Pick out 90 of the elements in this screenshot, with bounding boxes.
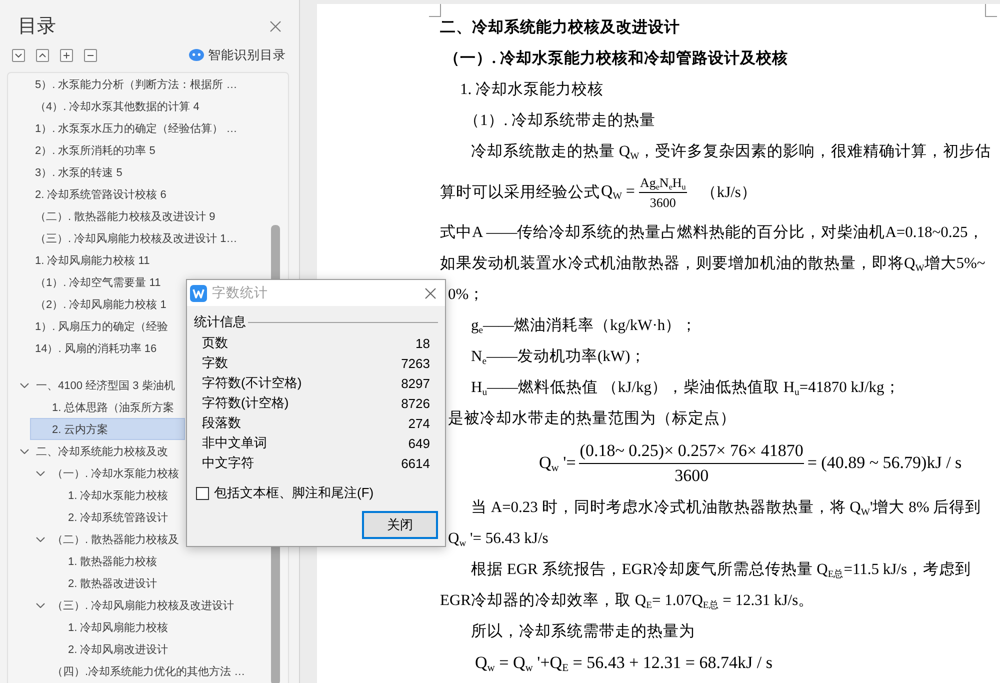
outline-item[interactable]: （二）. 散热器能力校核及 <box>30 528 180 550</box>
outline-item[interactable]: 2. 冷却风扇改进设计 <box>30 638 170 660</box>
outline-item[interactable]: 3）. 水泵的转速 5 <box>30 161 124 183</box>
outline-item[interactable]: 1. 散热器能力校核 <box>30 550 158 572</box>
smart-toc-button[interactable]: 智能识别目录 <box>189 46 286 64</box>
stat-value: 6614 <box>401 456 430 470</box>
stat-label: 段落数 <box>202 414 241 432</box>
paragraph-line: 如果发动机装置水冷式机油散热器，则要增加机油的散热量，即将Q$_{W}$增大5%~ <box>440 254 986 274</box>
paragraph-line: 根据 EGR 系统报告，EGR冷却废气所需总传热量 Q$_{E总}$=11.5 kJ/s，考虑到 <box>471 560 971 580</box>
fraction-denominator: 3600 <box>578 462 804 486</box>
outline-item[interactable]: 1. 冷却水泵能力校核 <box>30 484 170 506</box>
formula: Q$_{w}$ = Q$_{w}$ '+Q$_{E}$ = 56.43 + 12.31 = 68.74kJ / s <box>475 652 772 672</box>
outline-item[interactable]: 1. 冷却风扇能力校核 11 <box>30 249 151 271</box>
paragraph-line: 所以，冷却系统需带走的热量为 <box>471 622 695 642</box>
paragraph-line: 式中A ——传给冷却系统的热量占燃料热能的百分比，对柴油机A=0.18~0.25， <box>440 223 984 243</box>
paragraph-line: N$_{e}$——发动机功率(kW)； <box>471 347 646 367</box>
crop-mark-icon <box>985 4 997 17</box>
paragraph-line: 冷却系统散走的热量 Q$_{W}$，受许多复杂因素的影响，很难精确计算，初步估 <box>471 142 992 162</box>
stat-label: 字符数(不计空格) <box>202 374 302 392</box>
panel-title: 目录 <box>18 15 56 39</box>
paragraph-line: 是被冷却水带走的热量范围为（标定点） <box>448 409 736 429</box>
outline-item[interactable]: 1. 总体思路（油泵所方案 <box>30 396 176 418</box>
stat-label: 字符数(计空格) <box>202 394 289 412</box>
outline-item[interactable]: （四）.冷却系统能力优化的其他方法 … <box>30 660 246 682</box>
paragraph-line: 0%； <box>448 285 485 305</box>
dialog-title: 字数统计 <box>212 284 268 302</box>
outline-item[interactable]: 1）. 风扇压力的确定（经验 <box>30 315 170 337</box>
paragraph-line: g$_{e}$——燃油消耗率（kg/kW·h）； <box>471 316 698 336</box>
formula-symbol: Q$_{W}$ = <box>601 183 635 201</box>
fraction-numerator: (0.18~ 0.25)× 0.257× 76× 41870 <box>578 440 804 462</box>
subsection-heading: （一）. 冷却水泵能力校核和冷却管路设计及校核 <box>444 48 788 69</box>
checkbox-label[interactable]: 包括文本框、脚注和尾注(F) <box>214 484 374 502</box>
outline-item[interactable]: （4）. 冷却水泵其他数据的计算 4 <box>30 95 200 117</box>
outline-item[interactable]: （三）. 冷却风扇能力校核及改进设计 1… <box>30 227 238 249</box>
outline-item[interactable]: 二、冷却系统能力校核及改 <box>16 440 169 462</box>
outline-item[interactable]: 2. 散热器改进设计 <box>30 572 158 594</box>
stat-value: 7263 <box>401 356 430 370</box>
paragraph-line: 算时可以采用经验公式 <box>440 182 600 202</box>
chevron-down-icon[interactable] <box>36 470 44 476</box>
stat-value: 18 <box>416 336 430 350</box>
outline-item[interactable]: 2）. 水泵所消耗的功率 5 <box>30 139 156 161</box>
stat-value: 274 <box>408 416 430 430</box>
chevron-down-icon[interactable] <box>12 48 25 62</box>
outline-item[interactable]: 2. 冷却系统管路设计 <box>30 506 170 528</box>
outline-item[interactable]: （一）. 冷却水泵能力校核 <box>30 462 180 484</box>
formula-result: = (40.89 ~ 56.79)kJ / s <box>807 453 962 473</box>
outline-item[interactable]: （三）. 冷却风扇能力校核及改进设计 <box>30 594 236 616</box>
plus-icon[interactable] <box>60 48 73 62</box>
stat-value: 649 <box>408 436 430 450</box>
stat-value: 8297 <box>401 376 430 390</box>
close-button[interactable]: 关闭 <box>362 511 438 539</box>
paragraph-line: EGR冷却器的冷却效率，取 Q$_{E}$= 1.07Q$_{E总}$ = 12.31 kJ/s。 <box>440 591 814 611</box>
paragraph-line: Q$_{w}$ '= 56.43 kJ/s <box>448 530 548 548</box>
outline-item[interactable]: 1. 冷却风扇能力校核 <box>30 616 170 638</box>
outline-item[interactable]: 一、4100 经济型国 3 柴油机 <box>16 374 176 396</box>
stat-label: 中文字符 <box>202 454 254 472</box>
section-label: 统计信息 <box>194 313 246 331</box>
paragraph-line: H$_{u}$——燃料低热值 （kJ/kg），柴油低热值取 H$_{u}$=41870 kJ/kg； <box>471 378 900 398</box>
outline-item[interactable]: （2）. 冷却风扇能力校核 1 <box>30 293 168 315</box>
paragraph-line: 当 A=0.23 时，同时考虑水冷式机油散热器散热量，将 Q$_{W}$'增大 8% 后得到 <box>471 498 982 518</box>
chevron-down-icon[interactable] <box>36 602 44 608</box>
outline-item[interactable]: 2. 冷却系统管路设计校核 6 <box>30 183 168 205</box>
formula-unit: （kJ/s） <box>700 182 757 202</box>
stat-label: 页数 <box>202 334 228 352</box>
close-icon[interactable] <box>425 288 436 298</box>
section-heading: 二、冷却系统能力校核及改进设计 <box>440 18 680 38</box>
close-icon[interactable] <box>270 20 281 32</box>
subheading: （1）. 冷却系统带走的热量 <box>464 111 656 131</box>
outline-item[interactable]: 5）. 水泵能力分析（判断方法：根据所 … <box>30 73 238 95</box>
logo-icon <box>190 284 207 302</box>
checkbox[interactable] <box>196 486 209 500</box>
outline-item[interactable]: 1）. 水泵泵水压力的确定（经验估算） … <box>30 117 238 139</box>
minus-icon[interactable] <box>84 48 97 62</box>
chevron-down-icon[interactable] <box>20 448 28 454</box>
outline-item[interactable]: 14）. 风扇的消耗功率 16 <box>30 337 158 359</box>
stat-value: 8726 <box>401 396 430 410</box>
stat-label: 非中文单词 <box>202 434 267 452</box>
bubble-face-icon <box>189 49 204 61</box>
formula-symbol: Q$_{w}$ '= <box>539 453 576 473</box>
fraction-numerator: Ag$_{e}$N$_{e}$H$_{u}$ <box>638 174 687 192</box>
fraction-denominator: 3600 <box>638 192 687 210</box>
outline-item[interactable]: （二）. 散热器能力校核及改进设计 9 <box>30 205 216 227</box>
chevron-down-icon[interactable] <box>20 382 28 388</box>
stat-label: 字数 <box>202 354 228 372</box>
chevron-up-icon[interactable] <box>36 48 49 62</box>
crop-mark-icon <box>429 4 441 17</box>
chevron-down-icon[interactable] <box>36 536 44 542</box>
outline-item[interactable]: 2. 云内方案 <box>30 418 185 440</box>
subheading: 1. 冷却水泵能力校核 <box>460 80 604 100</box>
outline-item[interactable]: （1）. 冷却空气需要量 11 <box>30 271 162 293</box>
